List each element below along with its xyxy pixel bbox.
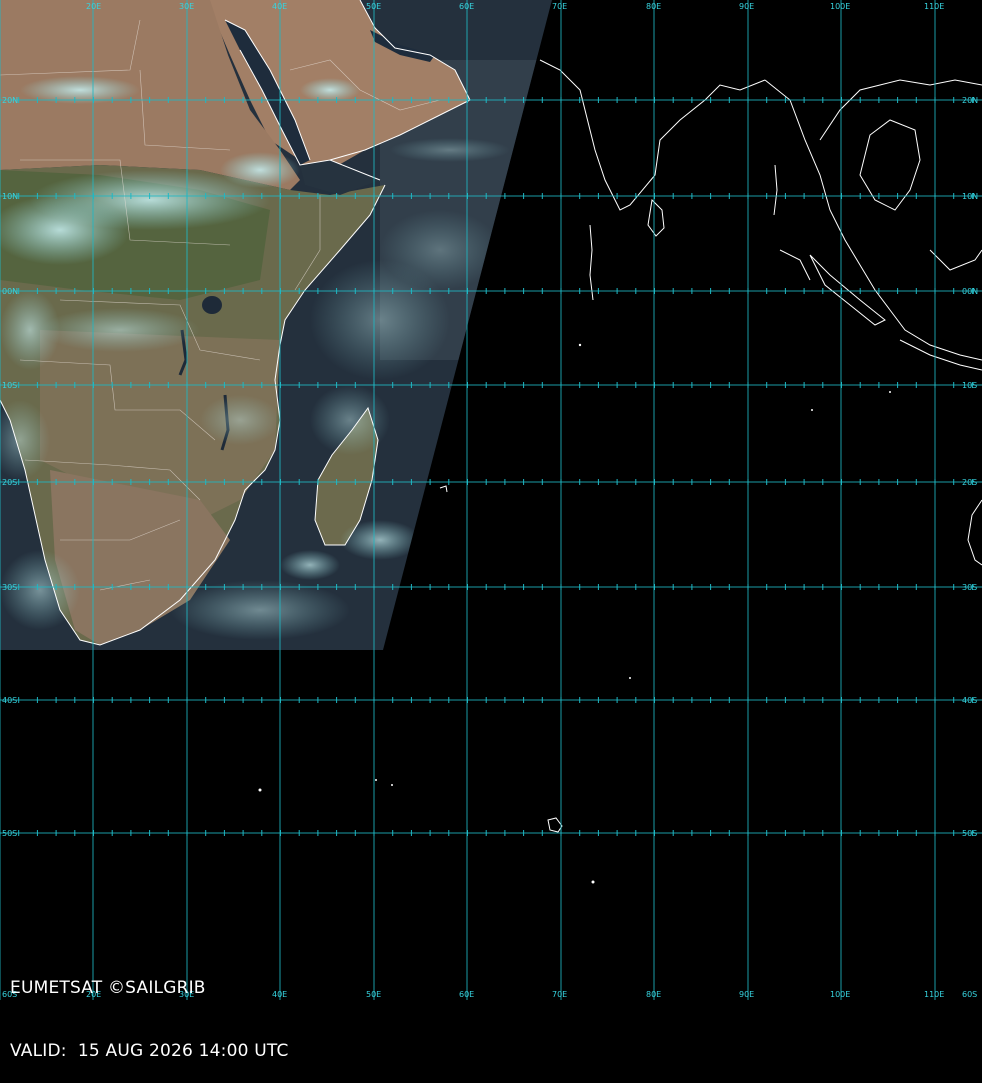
lat-label-right-50s: 50S xyxy=(962,829,977,838)
lon-label-top-60e: 60E xyxy=(459,2,474,11)
lat-label-right-00n: 00N xyxy=(962,287,978,296)
lat-label-right-60s: 60S xyxy=(962,990,977,999)
lat-label-right-30s: 30S xyxy=(962,583,977,592)
lon-label-bottom-70e: 70E xyxy=(552,990,567,999)
lat-label-right-10n: 10N xyxy=(962,192,978,201)
lon-label-bottom-60e: 60E xyxy=(459,990,474,999)
lat-label-right-10s: 10S xyxy=(962,381,977,390)
lon-label-top-110e: 110E xyxy=(924,2,944,11)
source-credit: EUMETSAT ©SAILGRIB xyxy=(10,978,289,999)
satellite-map: 20E 30E 40E 50E 60E 70E 80E 90E 100E 110… xyxy=(0,0,982,1000)
lon-label-top-40e: 40E xyxy=(272,2,287,11)
lat-label-left-10n: 10N xyxy=(2,192,18,201)
map-caption: EUMETSAT ©SAILGRIB VALID: 15 AUG 2026 14… xyxy=(10,936,289,1083)
lat-label-left-10s: 10S xyxy=(2,381,17,390)
lon-label-top-90e: 90E xyxy=(739,2,754,11)
lat-label-right-40s: 40S xyxy=(962,696,977,705)
lat-label-right-20s: 20S xyxy=(962,478,977,487)
lon-label-top-100e: 100E xyxy=(830,2,850,11)
lat-label-left-40s: 40S xyxy=(2,696,17,705)
lat-label-left-30s: 30S xyxy=(2,583,17,592)
lon-label-top-50e: 50E xyxy=(366,2,381,11)
lon-label-bottom-110e: 110E xyxy=(924,990,944,999)
lon-label-bottom-90e: 90E xyxy=(739,990,754,999)
lat-label-left-20n: 20N xyxy=(2,96,18,105)
lon-label-top-70e: 70E xyxy=(552,2,567,11)
lat-label-left-50s: 50S xyxy=(2,829,17,838)
valid-time: VALID: 15 AUG 2026 14:00 UTC xyxy=(10,1041,289,1062)
lat-label-right-20n: 20N xyxy=(962,96,978,105)
lon-label-bottom-100e: 100E xyxy=(830,990,850,999)
lat-label-left-20s: 20S xyxy=(2,478,17,487)
lon-label-top-20e: 20E xyxy=(86,2,101,11)
lon-label-top-80e: 80E xyxy=(646,2,661,11)
lon-label-bottom-50e: 50E xyxy=(366,990,381,999)
lon-label-top-30e: 30E xyxy=(179,2,194,11)
lat-label-left-00n: 00N xyxy=(2,287,18,296)
lon-label-bottom-80e: 80E xyxy=(646,990,661,999)
